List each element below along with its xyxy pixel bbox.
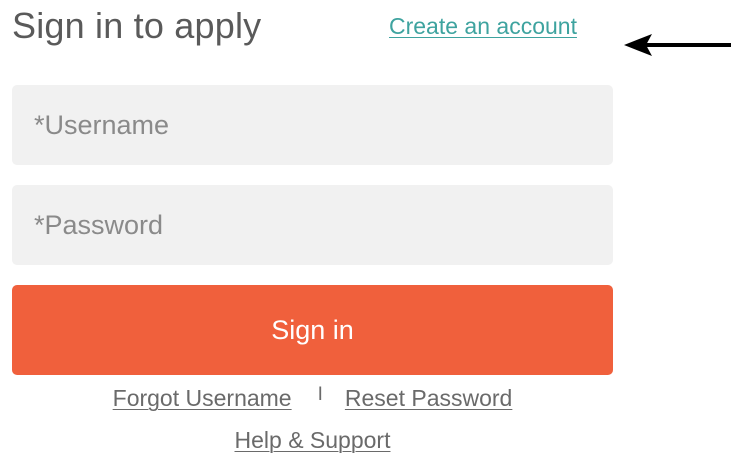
left-arrow-icon <box>624 34 731 56</box>
username-field[interactable] <box>12 85 613 165</box>
forgot-username-link[interactable]: Forgot Username <box>113 385 292 411</box>
page-title: Sign in to apply <box>12 5 262 46</box>
account-help-links: Forgot Username I Reset Password <box>12 382 613 414</box>
help-support-row: Help & Support <box>12 424 613 456</box>
reset-password-link[interactable]: Reset Password <box>345 385 512 411</box>
sign-in-page: Sign in to apply Create an account Sign … <box>0 0 731 458</box>
password-field[interactable] <box>12 185 613 265</box>
help-support-link[interactable]: Help & Support <box>235 427 391 453</box>
create-account-link[interactable]: Create an account <box>389 12 577 40</box>
link-separator: I <box>317 384 323 405</box>
sign-in-button[interactable]: Sign in <box>12 285 613 375</box>
